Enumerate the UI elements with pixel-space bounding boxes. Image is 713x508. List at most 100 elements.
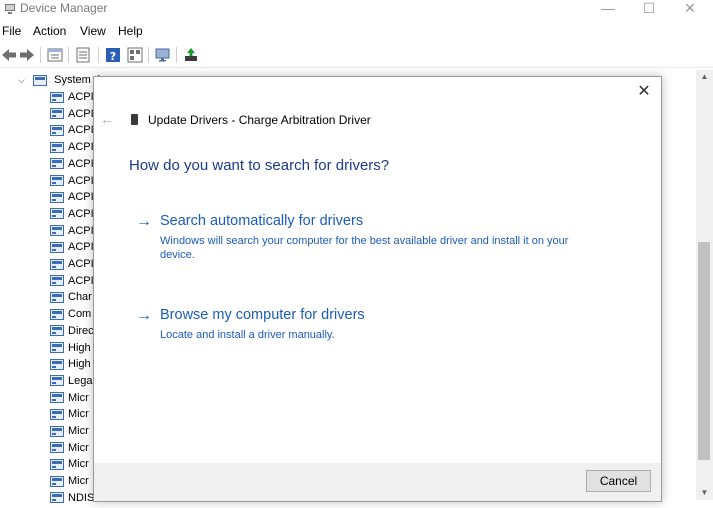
scan-hardware-monitor-icon[interactable] xyxy=(154,46,172,64)
list-view-icon[interactable] xyxy=(74,46,92,64)
device-icon xyxy=(50,258,64,270)
system-devices-icon xyxy=(33,74,48,86)
tree-item[interactable]: ACPI xyxy=(50,173,94,189)
tree-item-label: ACPI xyxy=(68,107,94,120)
menu-action[interactable]: Action xyxy=(33,24,66,38)
device-icon xyxy=(50,375,64,387)
help-icon[interactable]: ? xyxy=(104,46,122,64)
tree-item[interactable]: ACPI xyxy=(50,156,94,172)
device-icon xyxy=(50,325,64,337)
device-icon xyxy=(50,358,64,370)
toolbar-separator xyxy=(148,47,149,63)
browse-computer-option[interactable]: → Browse my computer for drivers Locate … xyxy=(136,307,576,347)
device-icon xyxy=(50,158,64,170)
back-arrow-icon[interactable] xyxy=(0,46,18,64)
tree-item[interactable]: Com xyxy=(50,306,91,322)
properties-window-icon[interactable] xyxy=(46,46,64,64)
device-icon xyxy=(50,108,64,120)
tree-item[interactable]: ACPI xyxy=(50,106,94,122)
cancel-button[interactable]: Cancel xyxy=(586,470,651,492)
menu-file[interactable]: File xyxy=(2,24,21,38)
tree-item[interactable]: Micr xyxy=(50,406,89,422)
tree-item[interactable]: ACPI xyxy=(50,256,94,272)
tree-item-label: Direc xyxy=(68,324,94,337)
tree-item[interactable]: ACPI xyxy=(50,89,94,105)
device-icon xyxy=(50,408,64,420)
minimize-button[interactable]: — xyxy=(585,0,631,18)
tree-item[interactable]: ACPI xyxy=(50,122,94,138)
window-title: Device Manager xyxy=(20,1,108,15)
device-icon xyxy=(50,492,64,504)
maximize-button[interactable]: ☐ xyxy=(626,0,672,18)
tree-item[interactable]: Micr xyxy=(50,473,89,489)
svg-text:?: ? xyxy=(110,50,116,63)
close-window-button[interactable]: ✕ xyxy=(667,0,713,18)
tree-item-label: Char xyxy=(68,291,92,304)
tree-item[interactable]: ACPI xyxy=(50,273,94,289)
tree-item-label: Com xyxy=(68,308,92,321)
search-automatically-option[interactable]: → Search automatically for drivers Windo… xyxy=(136,213,576,263)
option-arrow-icon: → xyxy=(136,213,152,230)
tree-item-label: ACPI xyxy=(68,191,94,204)
tree-root-row[interactable]: ⌵ System d xyxy=(18,72,100,88)
tree-item[interactable]: High xyxy=(50,356,91,372)
scrollbar-thumb[interactable] xyxy=(698,242,710,460)
device-icon xyxy=(50,442,64,454)
tree-item[interactable]: NDIS xyxy=(50,490,94,506)
dialog-close-button[interactable]: ✕ xyxy=(635,83,653,101)
toolbar-separator xyxy=(176,47,177,63)
tree-item[interactable]: Micr xyxy=(50,390,89,406)
tree-item[interactable]: Micr xyxy=(50,423,89,439)
device-icon xyxy=(50,308,64,320)
tree-item-label: ACPI xyxy=(68,157,94,170)
option-description: Locate and install a driver manually. xyxy=(160,329,335,341)
scroll-up-button[interactable]: ▲ xyxy=(696,70,713,84)
menu-help[interactable]: Help xyxy=(118,24,143,38)
tree-item[interactable]: Direc xyxy=(50,323,94,339)
tree-item[interactable]: ACPI xyxy=(50,139,94,155)
dialog-header: Update Drivers - Charge Arbitration Driv… xyxy=(131,113,371,127)
option-title[interactable]: Search automatically for drivers xyxy=(160,213,363,229)
expand-chevron-icon[interactable]: ⌵ xyxy=(18,72,30,88)
tree-item[interactable]: ACPI xyxy=(50,223,94,239)
vertical-scrollbar[interactable]: ▲ ▼ xyxy=(696,70,713,500)
tree-item[interactable]: Char xyxy=(50,289,92,305)
tree-item-label: ACPI xyxy=(68,224,94,237)
tree-item-label: ACPI xyxy=(68,274,94,287)
tree-item-label: NDIS xyxy=(68,491,95,504)
option-description: Windows will search your computer for th… xyxy=(160,235,569,261)
toolbar-separator xyxy=(40,47,41,63)
option-title[interactable]: Browse my computer for drivers xyxy=(160,307,365,323)
tree-item-label: ACPI xyxy=(68,241,94,254)
dialog-back-arrow-icon[interactable]: ← xyxy=(100,111,114,127)
option-arrow-icon: → xyxy=(136,307,152,324)
device-icon xyxy=(50,342,64,354)
update-driver-icon[interactable] xyxy=(182,46,200,64)
device-icon xyxy=(50,208,64,220)
tree-item-label: High xyxy=(68,341,91,354)
tree-item[interactable]: Lega xyxy=(50,373,92,389)
device-icon xyxy=(50,291,64,303)
tree-item-label: Micr xyxy=(68,458,89,471)
tree-item-label: ACPI xyxy=(68,207,94,220)
tree-item[interactable]: Micr xyxy=(50,440,89,456)
dialog-header-title: Update Drivers - Charge Arbitration Driv… xyxy=(148,113,371,127)
dialog-question: How do you want to search for drivers? xyxy=(129,157,390,174)
forward-arrow-icon[interactable] xyxy=(18,46,36,64)
tree-item-label: ACPI xyxy=(68,124,94,137)
tree-item[interactable]: Micr xyxy=(50,456,89,472)
device-icon xyxy=(50,91,64,103)
device-icon xyxy=(50,458,64,470)
device-icon xyxy=(50,141,64,153)
tree-item-label: Lega xyxy=(68,374,93,387)
menu-view[interactable]: View xyxy=(80,24,106,38)
device-icon xyxy=(50,425,64,437)
tree-item[interactable]: ACPI xyxy=(50,239,94,255)
toolbar-separator xyxy=(68,47,69,63)
tree-item[interactable]: ACPI xyxy=(50,206,94,222)
tree-item[interactable]: High xyxy=(50,340,91,356)
grid-view-icon[interactable] xyxy=(126,46,144,64)
device-icon xyxy=(50,241,64,253)
scroll-down-button[interactable]: ▼ xyxy=(696,486,713,500)
tree-item[interactable]: ACPI xyxy=(50,189,94,205)
